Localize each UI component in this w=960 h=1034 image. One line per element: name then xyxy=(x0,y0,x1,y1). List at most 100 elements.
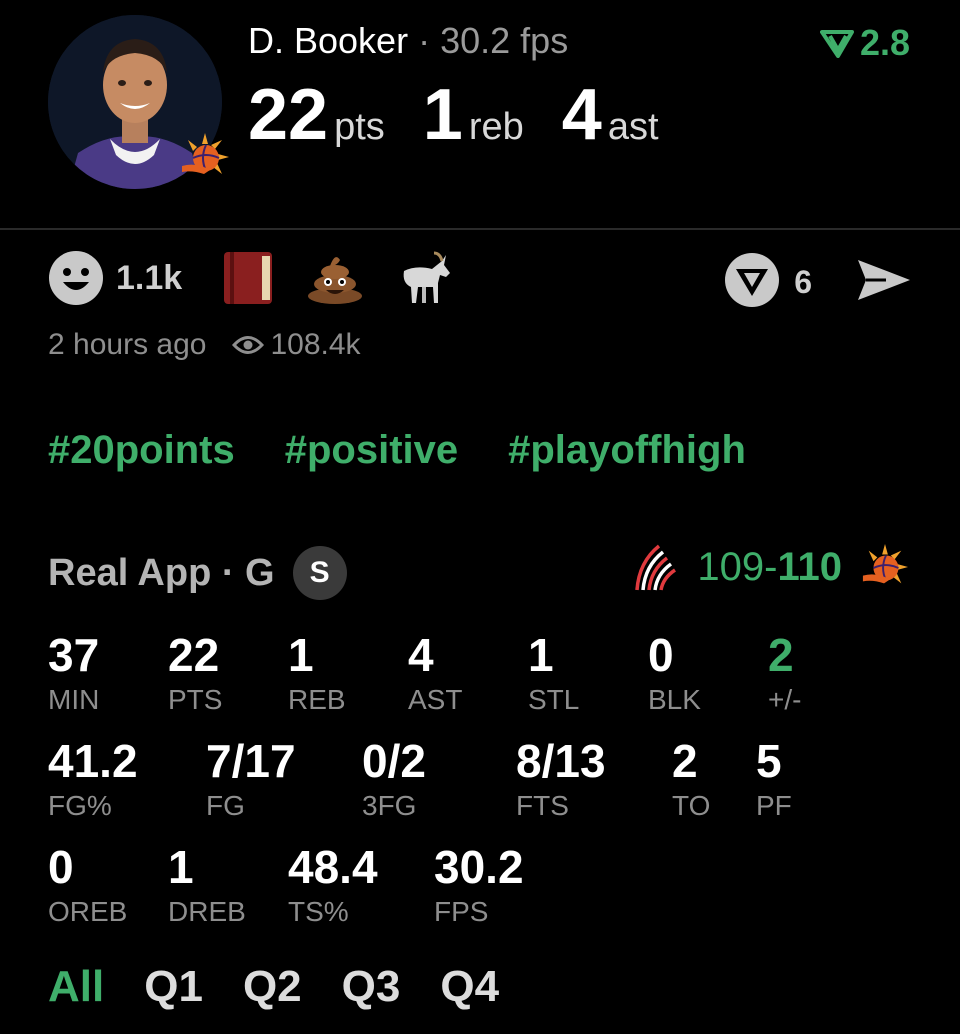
stat-value: 0 xyxy=(648,629,674,681)
stat-pf: 5 PF xyxy=(756,738,792,822)
stat-label: OREB xyxy=(48,896,128,927)
stat-dreb: 1 DREB xyxy=(168,844,246,928)
hashtag-playoffhigh[interactable]: #playoffhigh xyxy=(508,428,746,473)
stat-value: 2 xyxy=(672,735,698,787)
post-meta: 2 hours ago 108.4k xyxy=(48,328,361,362)
stat-label: FPS xyxy=(434,896,489,927)
game-source: Real App · G S xyxy=(48,546,347,600)
tab-q4[interactable]: Q4 xyxy=(440,962,499,1012)
quarter-tabs: All Q1 Q2 Q3 Q4 xyxy=(48,962,499,1012)
tab-all[interactable]: All xyxy=(48,962,104,1012)
stat-value: 1 xyxy=(288,629,314,681)
tab-q1[interactable]: Q1 xyxy=(144,962,203,1012)
name-separator: · xyxy=(418,20,431,61)
game-score[interactable]: 109-110 xyxy=(633,540,910,594)
stat-value: 48.4 xyxy=(288,841,378,893)
stat-label: DREB xyxy=(168,896,246,927)
stat-value: 0/2 xyxy=(362,735,426,787)
hashtag-list: #20points #positive #playoffhigh xyxy=(48,428,746,473)
stat-label: REB xyxy=(288,684,346,715)
headline-stats: 22 pts 1 reb 4 ast xyxy=(248,74,697,156)
stat-label: AST xyxy=(408,684,463,715)
headline-ast-value: 4 xyxy=(561,75,602,155)
stat-label: +/- xyxy=(768,684,802,715)
comment-icon[interactable] xyxy=(724,252,780,313)
stat-label: STL xyxy=(528,684,580,715)
time-ago: 2 hours ago xyxy=(48,328,207,361)
stat-fg-pct: 41.2 FG% xyxy=(48,738,138,822)
stat-label: TS% xyxy=(288,896,349,927)
stat-value: 7/17 xyxy=(206,735,296,787)
stat-value: 4 xyxy=(408,629,434,681)
stat-pts: 22 PTS xyxy=(168,632,222,716)
stat-label: PTS xyxy=(168,684,223,715)
goat-emoji-icon[interactable] xyxy=(396,251,452,305)
tab-q2[interactable]: Q2 xyxy=(243,962,302,1012)
post-actions: 6 xyxy=(724,252,912,313)
hashtag-20points[interactable]: #20points xyxy=(48,428,235,473)
stat-oreb: 0 OREB xyxy=(48,844,127,928)
stat-label: TO xyxy=(672,790,711,821)
stat-value: 0 xyxy=(48,841,74,893)
stat-fg: 7/17 FG xyxy=(206,738,296,822)
tab-q3[interactable]: Q3 xyxy=(342,962,401,1012)
player-name-row: D. Booker · 30.2 fps xyxy=(248,20,568,62)
stat-value: 22 xyxy=(168,629,220,681)
headline-reb-unit: reb xyxy=(468,106,524,148)
score-away: 109 xyxy=(697,544,765,589)
view-count: 108.4k xyxy=(270,328,361,361)
smiley-face-icon[interactable] xyxy=(48,250,104,306)
reactions-row: 1.1k xyxy=(48,250,484,306)
stat-label: FG% xyxy=(48,790,112,821)
book-emoji-icon[interactable] xyxy=(222,250,274,306)
stat-min: 37 MIN xyxy=(48,632,99,716)
real-logo-icon xyxy=(819,30,854,58)
view-count-group: 108.4k xyxy=(232,328,361,362)
stat-label: PF xyxy=(756,790,792,821)
stat-ts-pct: 48.4 TS% xyxy=(288,844,378,928)
stat-label: FTS xyxy=(516,790,569,821)
stat-value: 5 xyxy=(756,735,782,787)
score-home: 110 xyxy=(777,544,842,589)
reaction-count: 1.1k xyxy=(116,258,183,297)
fantasy-points: 30.2 fps xyxy=(440,20,569,61)
stat-label: BLK xyxy=(648,684,701,715)
stat-label: FG xyxy=(206,790,245,821)
stat-value: 2 xyxy=(768,629,794,681)
headline-pts-unit: pts xyxy=(334,106,385,148)
stat-label: MIN xyxy=(48,684,100,715)
stat-reb: 1 REB xyxy=(288,632,346,716)
header-divider xyxy=(0,228,960,230)
s-badge[interactable]: S xyxy=(292,546,347,600)
rating-badge[interactable]: 2.8 xyxy=(819,22,910,64)
score-dash: - xyxy=(764,544,778,589)
stat-3fg: 0/2 3FG xyxy=(362,738,426,822)
score-text: 109-110 xyxy=(697,545,842,590)
stat-stl: 1 STL xyxy=(528,632,579,716)
comment-count: 6 xyxy=(794,264,812,300)
stat-blk: 0 BLK xyxy=(648,632,701,716)
suns-team-logo-icon xyxy=(862,543,909,584)
stat-to: 2 TO xyxy=(672,738,710,822)
stat-value: 41.2 xyxy=(48,735,138,787)
stat-value: 37 xyxy=(48,629,100,681)
stat-value: 1 xyxy=(528,629,554,681)
eye-icon xyxy=(232,336,265,354)
stat-value: 1 xyxy=(168,841,194,893)
poop-emoji-icon[interactable] xyxy=(306,252,364,304)
source-label: Real App · G xyxy=(48,551,275,594)
stat-value: 30.2 xyxy=(434,841,524,893)
stat-plus-minus: 2 +/- xyxy=(768,632,801,716)
headline-ast-unit: ast xyxy=(607,106,659,148)
stat-fps: 30.2 FPS xyxy=(434,844,524,928)
headline-pts-value: 22 xyxy=(248,75,329,155)
rating-value: 2.8 xyxy=(859,22,910,63)
stat-label: 3FG xyxy=(362,790,417,821)
stat-ast: 4 AST xyxy=(408,632,462,716)
share-send-icon[interactable] xyxy=(856,256,912,309)
headline-reb-value: 1 xyxy=(422,75,463,155)
hashtag-positive[interactable]: #positive xyxy=(285,428,458,473)
suns-team-logo-icon xyxy=(180,132,230,182)
blazers-team-logo-icon xyxy=(635,544,677,591)
player-name[interactable]: D. Booker xyxy=(248,20,408,61)
